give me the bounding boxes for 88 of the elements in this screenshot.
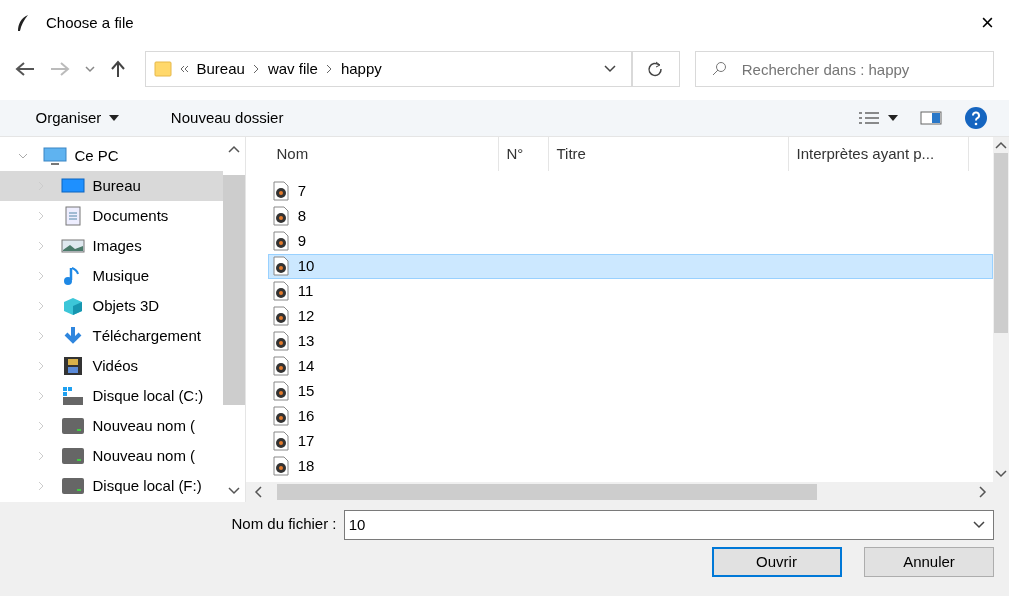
breadcrumb-item[interactable]: Bureau — [196, 57, 245, 81]
chevron-right-icon — [252, 64, 261, 74]
close-button[interactable]: × — [981, 11, 994, 35]
sidebar-item[interactable]: Nouveau nom ( — [0, 410, 223, 441]
sidebar-item[interactable]: Ce PC — [0, 140, 223, 171]
up-arrow-icon[interactable] — [110, 60, 126, 78]
drive-icon — [61, 475, 85, 496]
audio-file-icon — [272, 406, 291, 426]
audio-file-icon — [272, 331, 291, 351]
file-row[interactable]: 10 — [267, 253, 993, 279]
sidebar-item[interactable]: Nouveau nom ( — [0, 440, 223, 471]
desktop-icon — [61, 175, 85, 196]
open-button[interactable]: Ouvrir — [711, 547, 842, 577]
chevron-down-icon[interactable] — [228, 486, 240, 495]
file-row[interactable]: 16 — [267, 403, 993, 429]
file-row[interactable]: 18 — [267, 453, 993, 479]
double-chevron-icon — [179, 64, 189, 74]
audio-file-icon — [272, 231, 291, 251]
file-row[interactable]: 17 — [267, 428, 993, 454]
field-label: Nom du fichier : — [231, 514, 337, 535]
sidebar-item[interactable]: Bureau — [0, 170, 223, 201]
file-row[interactable]: 14 — [267, 353, 993, 379]
sidebar-item[interactable]: Musique — [0, 260, 223, 291]
file-row[interactable]: 13 — [267, 328, 993, 354]
film-icon — [61, 355, 85, 376]
sidebar-item[interactable]: Disque local (F:) — [0, 470, 223, 501]
caret-icon — [108, 115, 119, 121]
sidebar-item[interactable]: Objets 3D — [0, 290, 223, 321]
sidebar-item[interactable]: Documents — [0, 200, 223, 231]
chevron-right-icon[interactable] — [978, 486, 987, 498]
audio-file-icon — [272, 206, 291, 226]
refresh-icon — [647, 61, 664, 77]
chevron-up-icon[interactable] — [995, 140, 1007, 149]
caret-icon[interactable] — [887, 115, 898, 121]
file-row[interactable]: 8 — [267, 203, 993, 229]
audio-file-icon — [272, 281, 291, 301]
audio-file-icon — [272, 306, 291, 326]
sidebar-item[interactable]: Téléchargement — [0, 320, 223, 351]
file-row[interactable]: 15 — [267, 378, 993, 404]
audio-file-icon — [272, 456, 291, 476]
dropdown-chevron-icon[interactable] — [602, 64, 617, 74]
file-row[interactable]: 7 — [267, 178, 993, 204]
help-icon[interactable] — [964, 107, 987, 129]
feather-icon — [15, 14, 31, 32]
chevron-down-icon[interactable] — [995, 470, 1007, 479]
breadcrumb-item[interactable]: wav file — [267, 57, 318, 81]
new-folder-button[interactable]: Nouveau dossier — [170, 106, 284, 130]
cube-icon — [61, 295, 85, 316]
cancel-button[interactable]: Annuler — [864, 547, 994, 577]
audio-file-icon — [272, 431, 291, 451]
column-header[interactable]: Titre — [548, 137, 789, 171]
breadcrumb-item[interactable]: happy — [340, 57, 382, 81]
sidebar-item[interactable]: Images — [0, 230, 223, 261]
audio-file-icon — [272, 381, 291, 401]
drive-icon — [61, 445, 85, 466]
column-header[interactable]: Interprètes ayant p... — [788, 137, 969, 171]
file-row[interactable]: 9 — [267, 228, 993, 254]
column-header[interactable]: Nom — [268, 137, 499, 171]
scrollbar[interactable] — [993, 137, 1009, 482]
address-bar[interactable]: Bureau wav file happy — [145, 51, 633, 87]
preview-pane-icon[interactable] — [920, 111, 942, 125]
sidebar-item[interactable]: Vidéos — [0, 350, 223, 381]
search-box[interactable]: Rechercher dans : happy — [694, 51, 994, 87]
organise-button[interactable]: Organiser — [35, 106, 119, 130]
view-list-icon[interactable] — [858, 111, 880, 125]
drive-icon — [61, 415, 85, 436]
chevron-up-icon[interactable] — [228, 144, 240, 153]
audio-file-icon — [272, 356, 291, 376]
search-icon — [710, 61, 727, 77]
chevron-right-icon — [325, 64, 334, 74]
drive-icon — [61, 385, 85, 406]
column-header[interactable]: N° — [498, 137, 549, 171]
search-input[interactable]: Rechercher dans : happy — [741, 52, 993, 86]
dropdown-chevron-icon[interactable] — [971, 519, 986, 530]
chevron-down-icon[interactable] — [85, 65, 95, 73]
file-row[interactable]: 11 — [267, 278, 993, 304]
back-arrow-icon[interactable] — [15, 61, 35, 77]
file-row[interactable]: 12 — [267, 303, 993, 329]
sidebar-item[interactable]: Disque local (C:) — [0, 380, 223, 411]
refresh-button[interactable] — [630, 51, 680, 87]
audio-file-icon — [272, 181, 291, 201]
monitor-icon — [43, 145, 67, 166]
chevron-left-icon[interactable] — [253, 486, 262, 498]
folder-icon — [153, 60, 172, 78]
scrollbar[interactable] — [246, 482, 1009, 502]
window-title: Choose a file — [46, 12, 134, 33]
forward-arrow-icon[interactable] — [50, 61, 70, 77]
audio-file-icon — [272, 256, 291, 276]
